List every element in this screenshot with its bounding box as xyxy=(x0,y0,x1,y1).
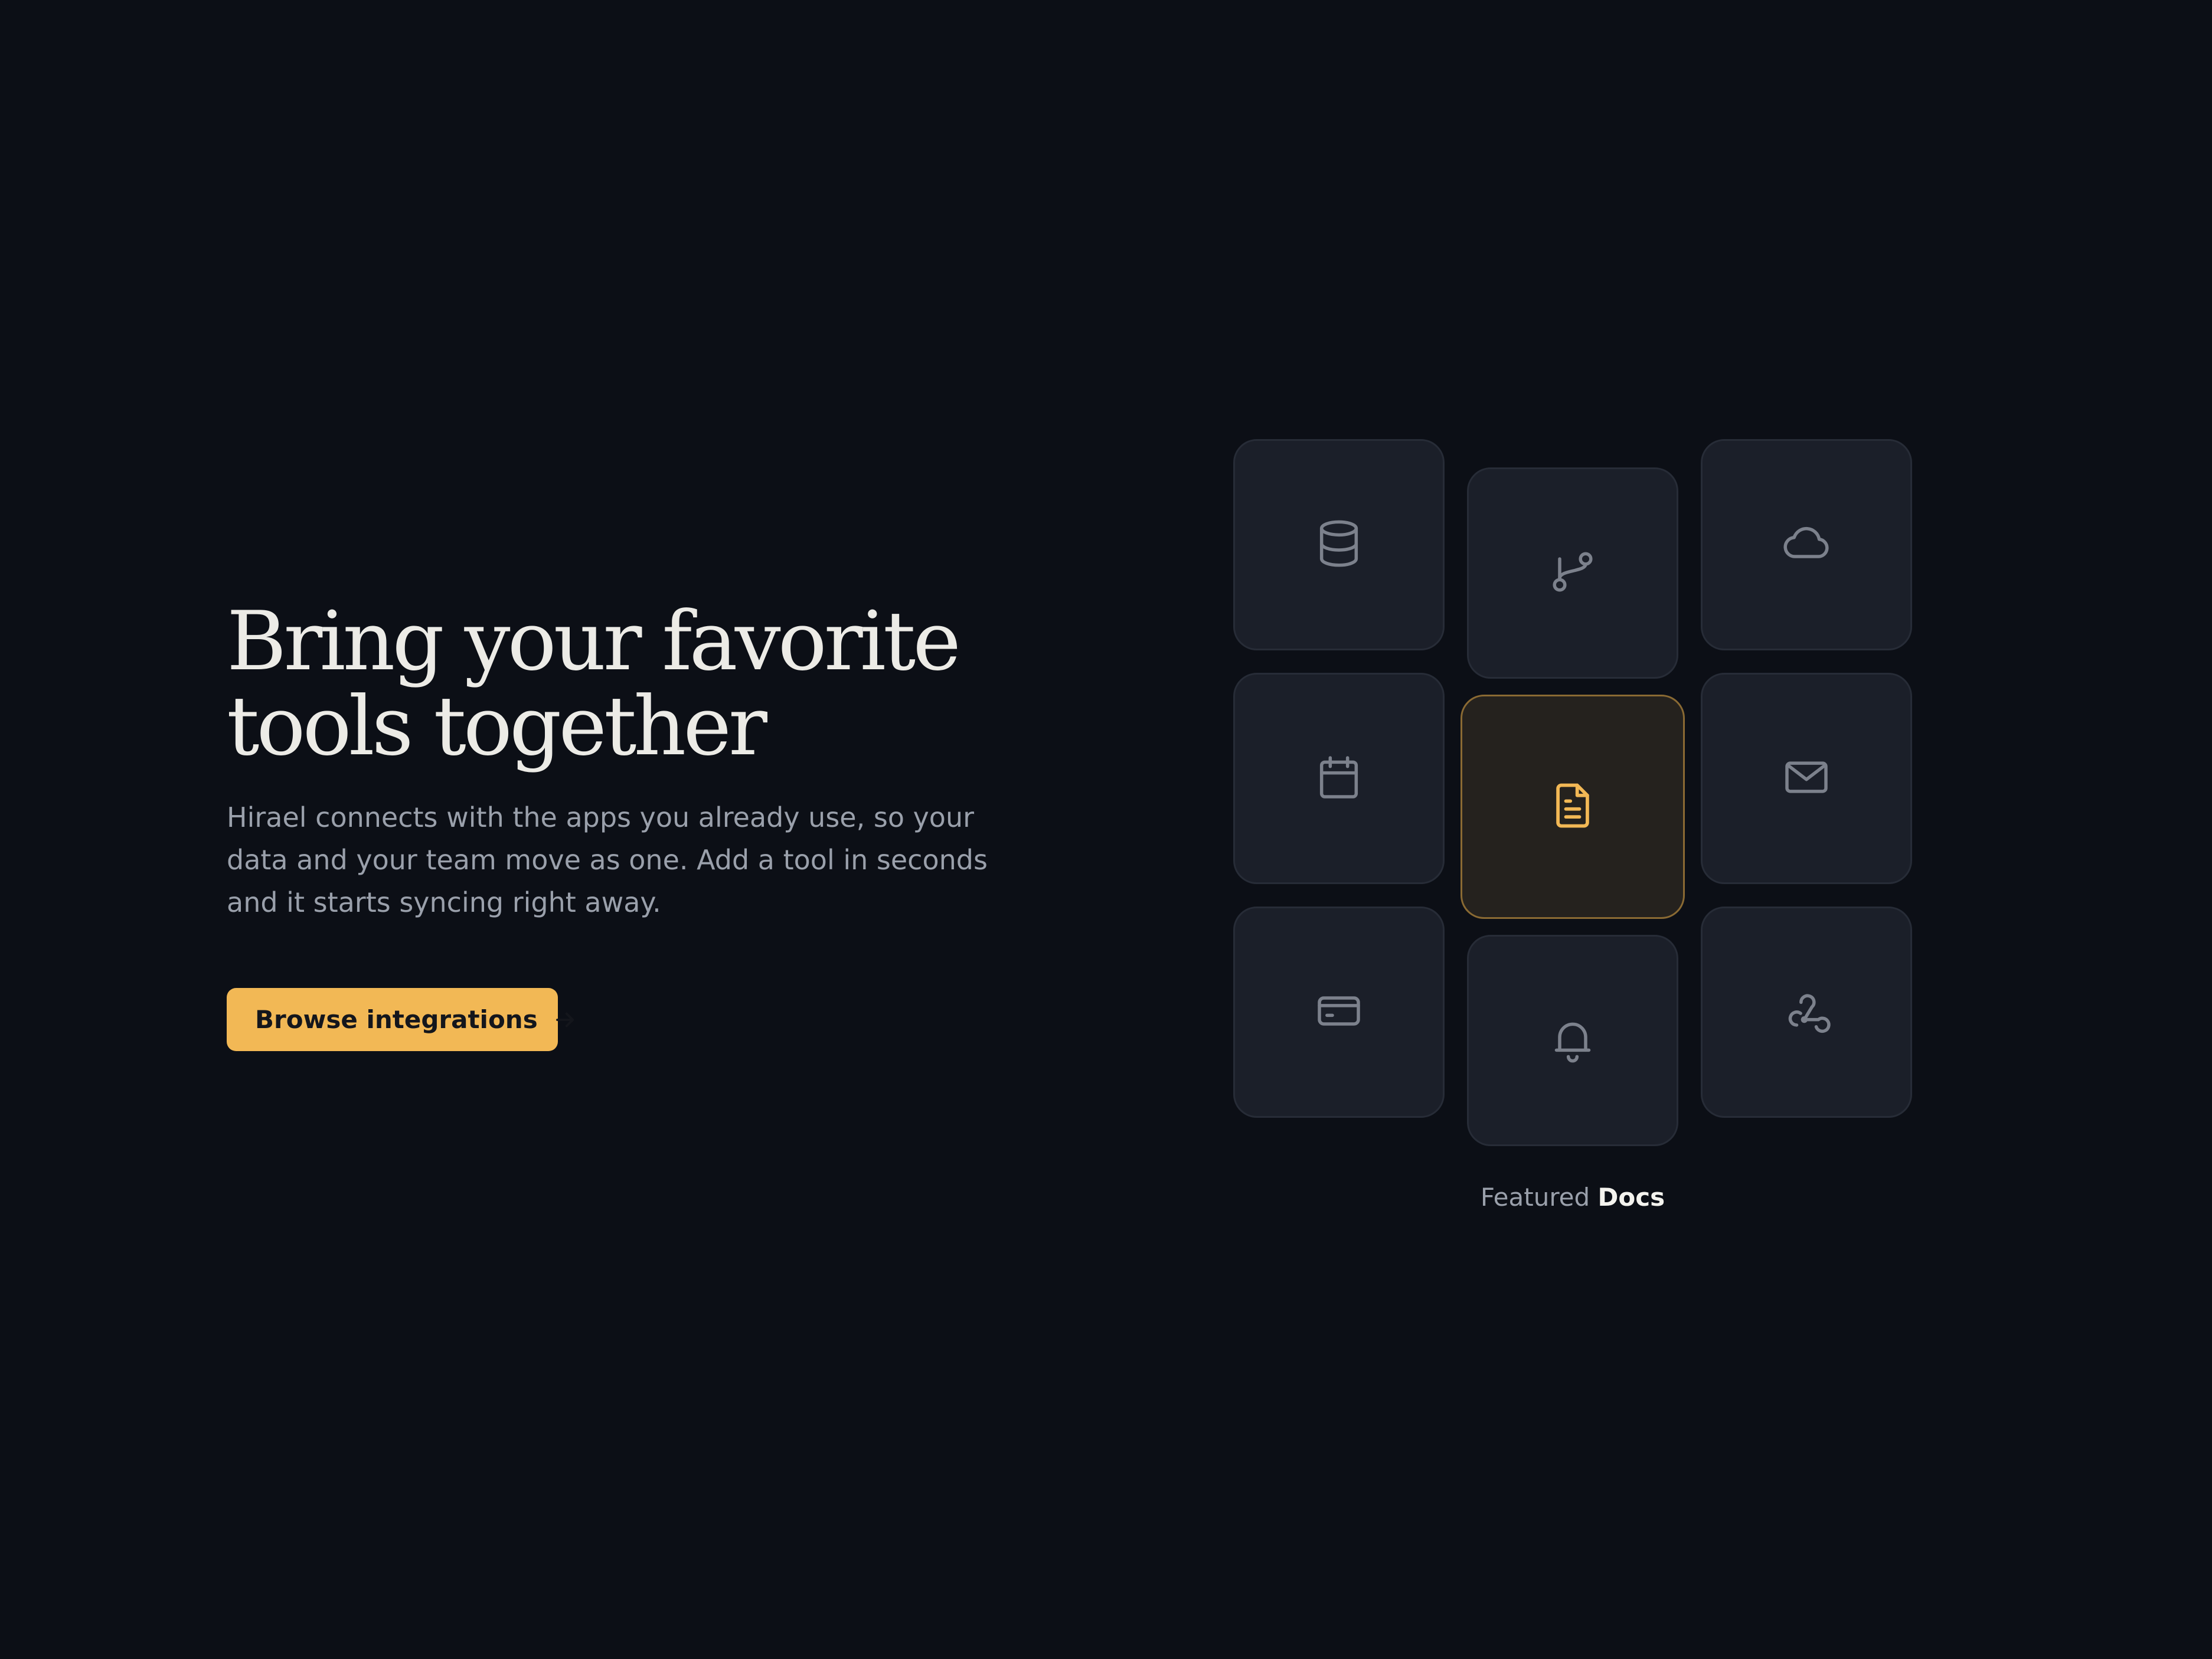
headline-line-2: tools together xyxy=(227,679,767,774)
credit-card-icon xyxy=(1313,985,1365,1039)
caption-prefix: Featured xyxy=(1480,1183,1590,1212)
integration-tile-webhook[interactable] xyxy=(1701,907,1912,1118)
integration-tile-docs[interactable] xyxy=(1460,695,1685,919)
mail-icon xyxy=(1780,751,1832,806)
integration-tile-cloud[interactable] xyxy=(1701,439,1912,650)
integration-tile-calendar[interactable] xyxy=(1233,673,1445,884)
integration-tile-payments[interactable] xyxy=(1233,907,1445,1118)
caption-featured-name: Docs xyxy=(1597,1183,1665,1212)
headline-line-1: Bring your favorite xyxy=(227,594,961,689)
database-icon xyxy=(1313,518,1365,572)
arrow-right-icon xyxy=(553,1007,578,1032)
page-title: Bring your favorite tools together xyxy=(227,599,1030,769)
cloud-icon xyxy=(1780,518,1832,572)
hero-text: Bring your favorite tools together Hirae… xyxy=(227,599,1030,924)
git-branch-icon xyxy=(1547,546,1599,600)
browse-integrations-button[interactable]: Browse integrations xyxy=(227,988,574,1051)
bell-icon xyxy=(1547,1013,1599,1068)
calendar-icon xyxy=(1313,751,1365,806)
integration-tile-git[interactable] xyxy=(1467,467,1678,679)
integration-tile-database[interactable] xyxy=(1233,439,1445,650)
webhook-icon xyxy=(1780,985,1832,1039)
featured-caption: Featured Docs xyxy=(1233,1183,1912,1212)
integration-tile-notifications[interactable] xyxy=(1467,935,1678,1146)
browse-integrations-label: Browse integrations xyxy=(255,1005,538,1034)
hero-subtitle: Hirael connects with the apps you alread… xyxy=(227,801,988,918)
integration-tile-mail[interactable] xyxy=(1701,673,1912,884)
document-icon xyxy=(1546,778,1600,835)
